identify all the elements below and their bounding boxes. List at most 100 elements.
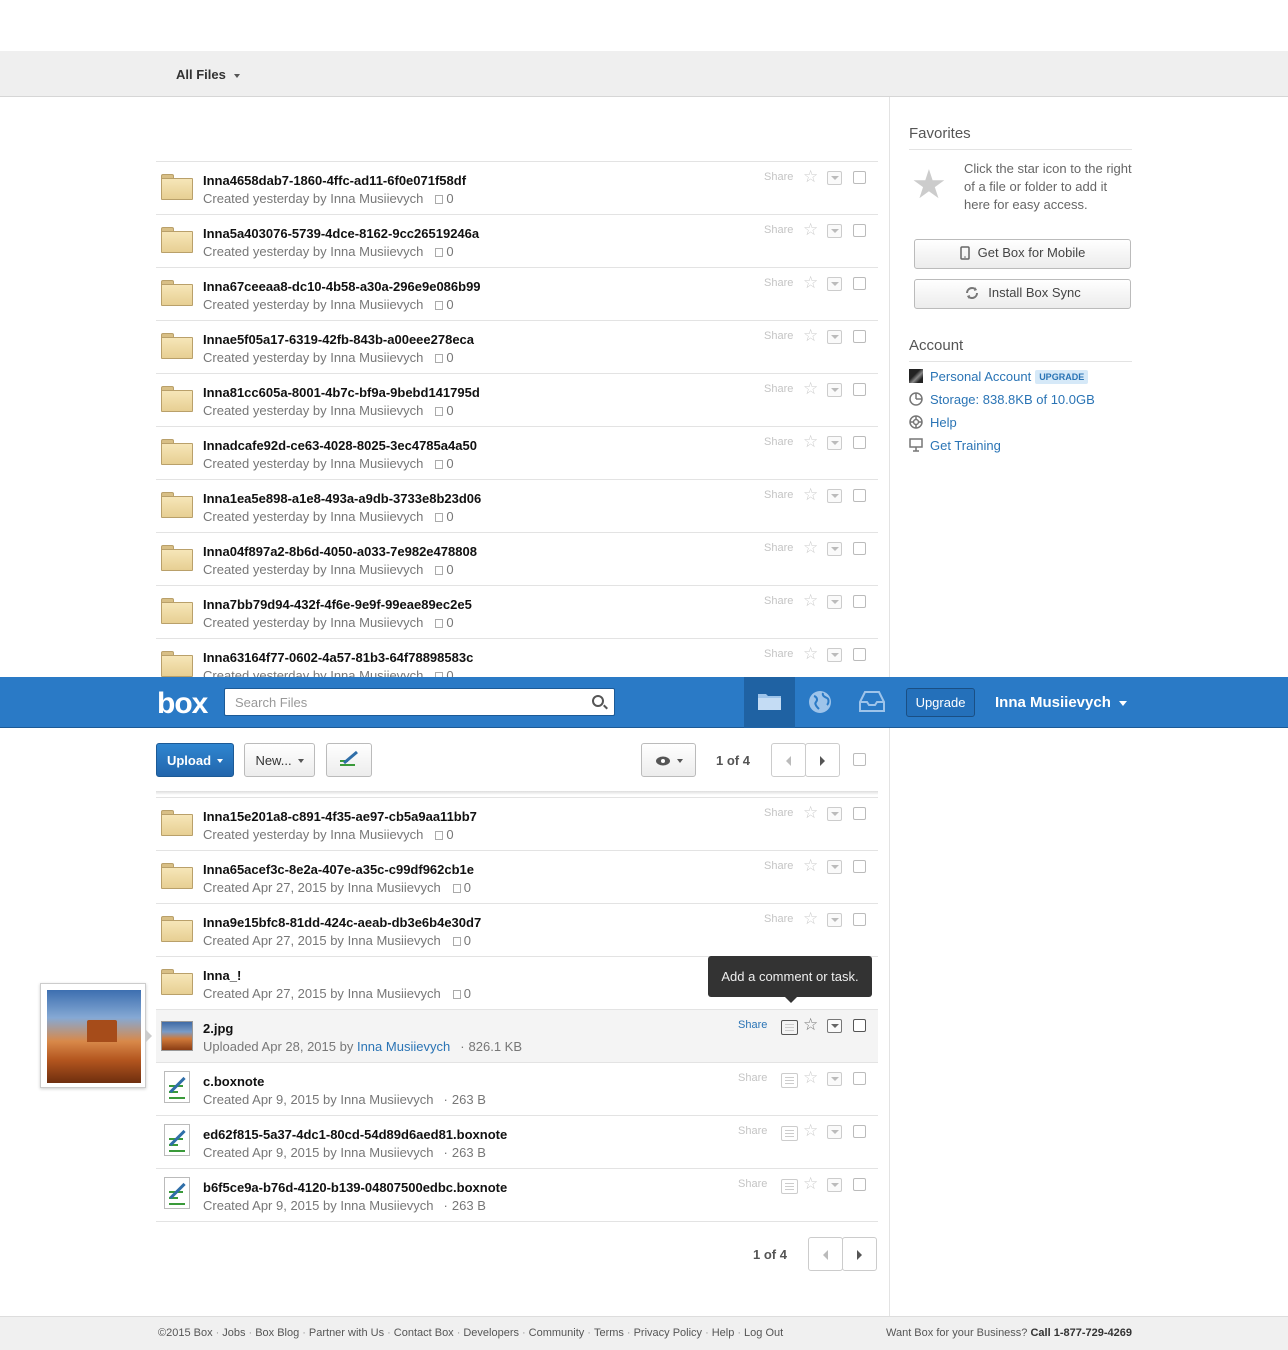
share-link[interactable]: Share [764,648,793,660]
comment-icon[interactable] [781,1126,798,1141]
row-name[interactable]: Inna5a403076-5739-4dce-8162-9cc26519246a [203,226,479,241]
table-row[interactable]: Inna67ceeaa8-dc10-4b58-a30a-296e9e086b99… [156,267,878,320]
image-thumbnail[interactable] [161,1021,193,1051]
row-options-dropdown[interactable] [827,1125,842,1139]
row-options-dropdown[interactable] [827,171,842,185]
search-icon[interactable] [592,695,604,707]
row-options-dropdown[interactable] [827,860,842,874]
star-icon[interactable]: ☆ [803,1016,818,1033]
search-input[interactable] [225,689,585,715]
footer-link[interactable]: Contact Box [394,1327,454,1339]
share-link[interactable]: Share [764,542,793,554]
row-name[interactable]: Inna67ceeaa8-dc10-4b58-a30a-296e9e086b99 [203,279,481,294]
nav-files-tab[interactable] [744,677,795,728]
nav-updates-tab[interactable] [795,677,846,728]
row-name[interactable]: Inna9e15bfc8-81dd-424c-aeab-db3e6b4e30d7 [203,915,481,930]
star-icon[interactable]: ☆ [803,486,818,503]
comment-icon[interactable] [781,1073,798,1088]
star-icon[interactable]: ☆ [803,168,818,185]
row-checkbox[interactable] [853,542,866,555]
row-options-dropdown[interactable] [827,489,842,503]
row-checkbox[interactable] [853,1019,866,1032]
table-row[interactable]: Inna4658dab7-1860-4ffc-ad11-6f0e071f58df… [156,161,878,214]
share-link[interactable]: Share [764,277,793,289]
share-link[interactable]: Share [738,1072,767,1084]
row-options-dropdown[interactable] [827,595,842,609]
star-icon[interactable]: ☆ [803,221,818,238]
row-options-dropdown[interactable] [827,383,842,397]
table-row[interactable]: c.boxnote Created Apr 9, 2015 by Inna Mus… [156,1062,878,1115]
row-options-dropdown[interactable] [827,913,842,927]
new-button[interactable]: New... [244,743,315,777]
prev-page-button[interactable] [771,743,806,777]
user-menu[interactable]: Inna Musiievych [995,694,1127,711]
row-checkbox[interactable] [853,648,866,661]
star-icon[interactable]: ☆ [803,857,818,874]
star-icon[interactable]: ☆ [803,645,818,662]
row-options-dropdown[interactable] [827,807,842,821]
nav-inbox-tab[interactable] [846,677,897,728]
table-row[interactable]: Inna5a403076-5739-4dce-8162-9cc26519246a… [156,214,878,267]
row-options-dropdown[interactable] [827,542,842,556]
share-link[interactable]: Share [764,330,793,342]
table-row[interactable]: Inna1ea5e898-a1e8-493a-a9db-3733e8b23d06… [156,479,878,532]
all-files-dropdown[interactable]: All Files [176,67,240,82]
select-all-checkbox[interactable] [853,753,866,766]
row-options-dropdown[interactable] [827,436,842,450]
share-link[interactable]: Share [738,1019,767,1031]
row-name[interactable]: Inna63164f77-0602-4a57-81b3-64f78898583c [203,650,473,665]
row-checkbox[interactable] [853,277,866,290]
star-icon[interactable]: ☆ [803,910,818,927]
view-options-button[interactable] [641,743,696,777]
business-phone[interactable]: Call 1-877-729-4269 [1030,1327,1132,1339]
row-checkbox[interactable] [853,224,866,237]
row-options-dropdown[interactable] [827,224,842,238]
footer-link[interactable]: Box Blog [255,1327,299,1339]
row-owner[interactable]: Inna Musiievych [357,1039,450,1054]
star-icon[interactable]: ☆ [803,592,818,609]
row-checkbox[interactable] [853,1125,866,1138]
share-link[interactable]: Share [764,224,793,236]
footer-link[interactable]: Community [529,1327,585,1339]
star-icon[interactable]: ☆ [803,433,818,450]
upgrade-badge[interactable]: UPGRADE [1035,370,1089,384]
row-checkbox[interactable] [853,489,866,502]
footer-link[interactable]: Log Out [744,1327,783,1339]
row-checkbox[interactable] [853,383,866,396]
row-name[interactable]: Innadcafe92d-ce63-4028-8025-3ec4785a4a50 [203,438,477,453]
star-icon[interactable]: ☆ [803,1175,818,1192]
box-logo[interactable]: box [157,687,208,721]
row-checkbox[interactable] [853,860,866,873]
upgrade-button[interactable]: Upgrade [906,688,975,717]
share-link[interactable]: Share [764,807,793,819]
row-name[interactable]: Inna04f897a2-8b6d-4050-a033-7e982e478808 [203,544,477,559]
table-row[interactable]: Inna9e15bfc8-81dd-424c-aeab-db3e6b4e30d7… [156,903,878,956]
row-name[interactable]: Inna7bb79d94-432f-4f6e-9e9f-99eae89ec2e5 [203,597,472,612]
storage-link[interactable]: Storage: 838.8KB of 10.0GB [909,392,1095,407]
row-name[interactable]: Inna81cc605a-8001-4b7c-bf9a-9bebd141795d [203,385,480,400]
table-row[interactable]: b6f5ce9a-b76d-4120-b139-04807500edbc.box… [156,1168,878,1221]
row-checkbox[interactable] [853,171,866,184]
table-row[interactable]: Inna65acef3c-8e2a-407e-a35c-c99df962cb1e… [156,850,878,903]
row-checkbox[interactable] [853,330,866,343]
comment-icon[interactable] [781,1179,798,1194]
star-icon[interactable]: ☆ [803,539,818,556]
star-icon[interactable]: ☆ [803,804,818,821]
share-link[interactable]: Share [764,860,793,872]
row-name[interactable]: Inna4658dab7-1860-4ffc-ad11-6f0e071f58df [203,173,466,188]
table-row[interactable]: ed62f815-5a37-4dc1-80cd-54d89d6aed81.box… [156,1115,878,1168]
star-icon[interactable]: ☆ [803,327,818,344]
get-training-link[interactable]: Get Training [909,438,1001,453]
row-checkbox[interactable] [853,595,866,608]
row-options-dropdown[interactable] [827,277,842,291]
star-icon[interactable]: ☆ [803,1069,818,1086]
row-name[interactable]: ed62f815-5a37-4dc1-80cd-54d89d6aed81.box… [203,1127,507,1142]
row-checkbox[interactable] [853,1072,866,1085]
share-link[interactable]: Share [764,489,793,501]
row-name[interactable]: Inna65acef3c-8e2a-407e-a35c-c99df962cb1e [203,862,474,877]
footer-link[interactable]: Help [712,1327,735,1339]
share-link[interactable]: Share [738,1125,767,1137]
help-link[interactable]: Help [909,415,957,430]
table-row[interactable]: Inna04f897a2-8b6d-4050-a033-7e982e478808… [156,532,878,585]
table-row[interactable]: Innadcafe92d-ce63-4028-8025-3ec4785a4a50… [156,426,878,479]
